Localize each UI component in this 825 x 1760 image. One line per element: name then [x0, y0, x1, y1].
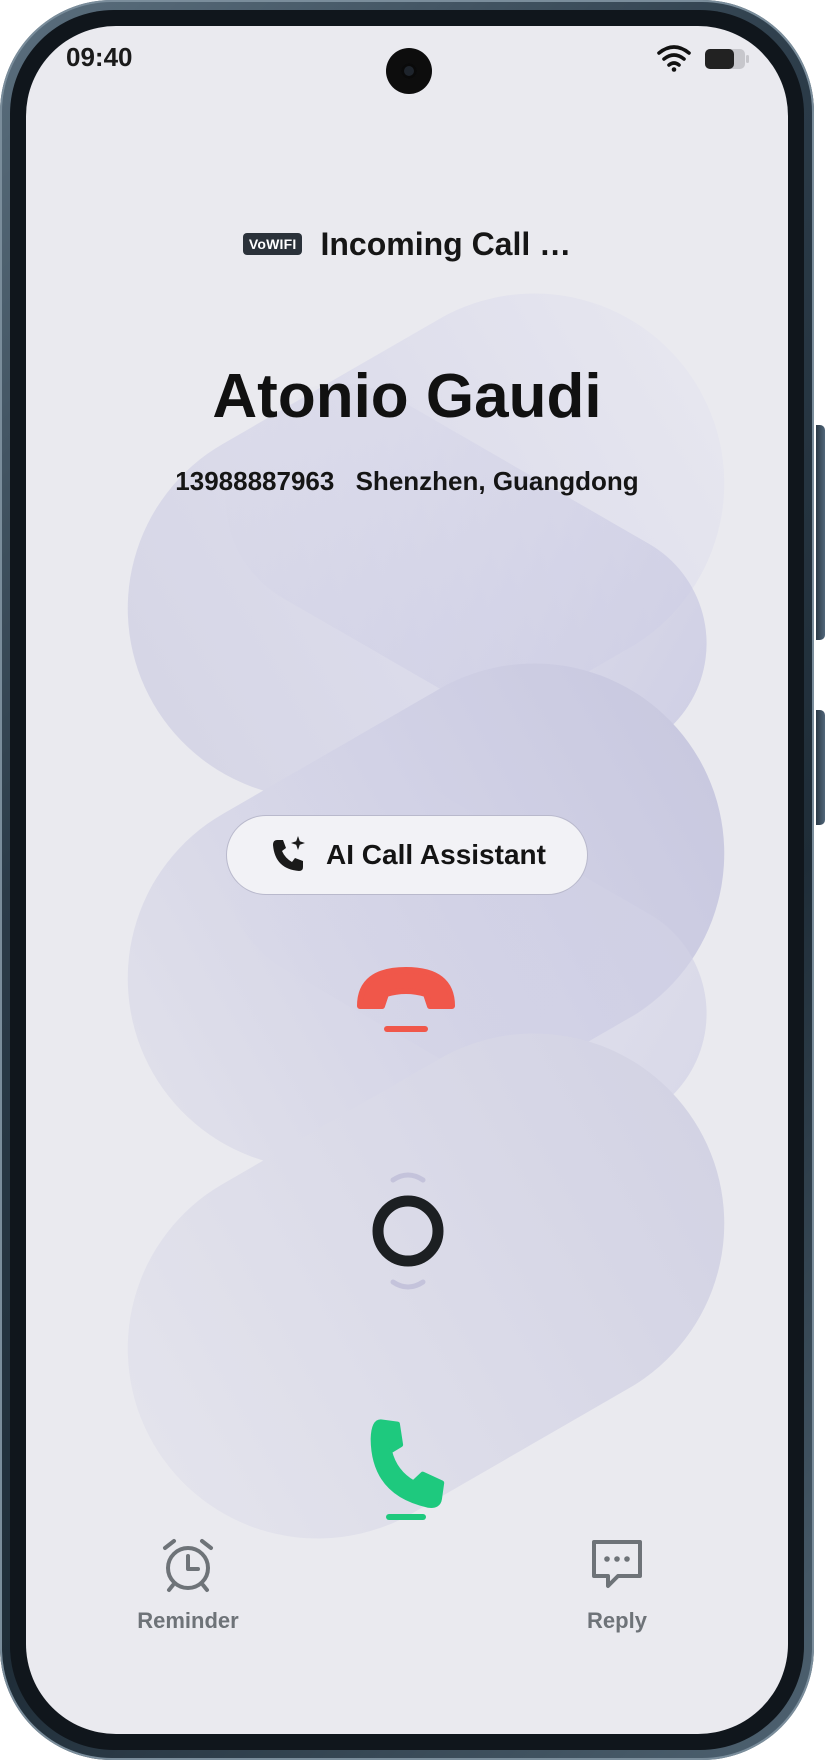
- front-camera: [386, 48, 432, 94]
- wifi-icon: [657, 45, 691, 72]
- caller-number: 13988887963: [175, 466, 335, 496]
- status-time: 09:40: [66, 42, 133, 72]
- alarm-clock-icon: [163, 1539, 213, 1592]
- power-button: [816, 425, 825, 640]
- reminder-button[interactable]: Reminder: [118, 1536, 258, 1634]
- reminder-label: Reminder: [137, 1608, 239, 1633]
- call-status: VoWIFI Incoming Call …: [26, 224, 788, 264]
- caller-location: Shenzhen, Guangdong: [355, 466, 639, 496]
- ai-call-assistant-button[interactable]: AI Call Assistant: [226, 815, 588, 895]
- caller-info: 13988887963 Shenzhen, Guangdong: [26, 466, 788, 497]
- answer-call-icon[interactable]: [356, 1418, 460, 1522]
- reply-button[interactable]: Reply: [547, 1536, 687, 1634]
- decline-call-icon[interactable]: [354, 964, 458, 1040]
- ai-call-assistant-label: AI Call Assistant: [326, 839, 546, 870]
- slider-knob-icon[interactable]: [362, 1166, 454, 1296]
- reply-label: Reply: [587, 1608, 647, 1633]
- battery-icon: [705, 49, 749, 69]
- ai-phone-sparkle-icon: [273, 836, 306, 871]
- volume-button: [816, 710, 825, 825]
- incoming-call-screen: 09:40 VoWIFI Incoming Call … Atonio Gaud…: [26, 26, 788, 1734]
- message-bubble-icon: [592, 1540, 642, 1588]
- vowifi-badge: VoWIFI: [242, 233, 303, 255]
- caller-name: Atonio Gaudi: [212, 362, 602, 431]
- call-status-text: Incoming Call …: [320, 225, 572, 262]
